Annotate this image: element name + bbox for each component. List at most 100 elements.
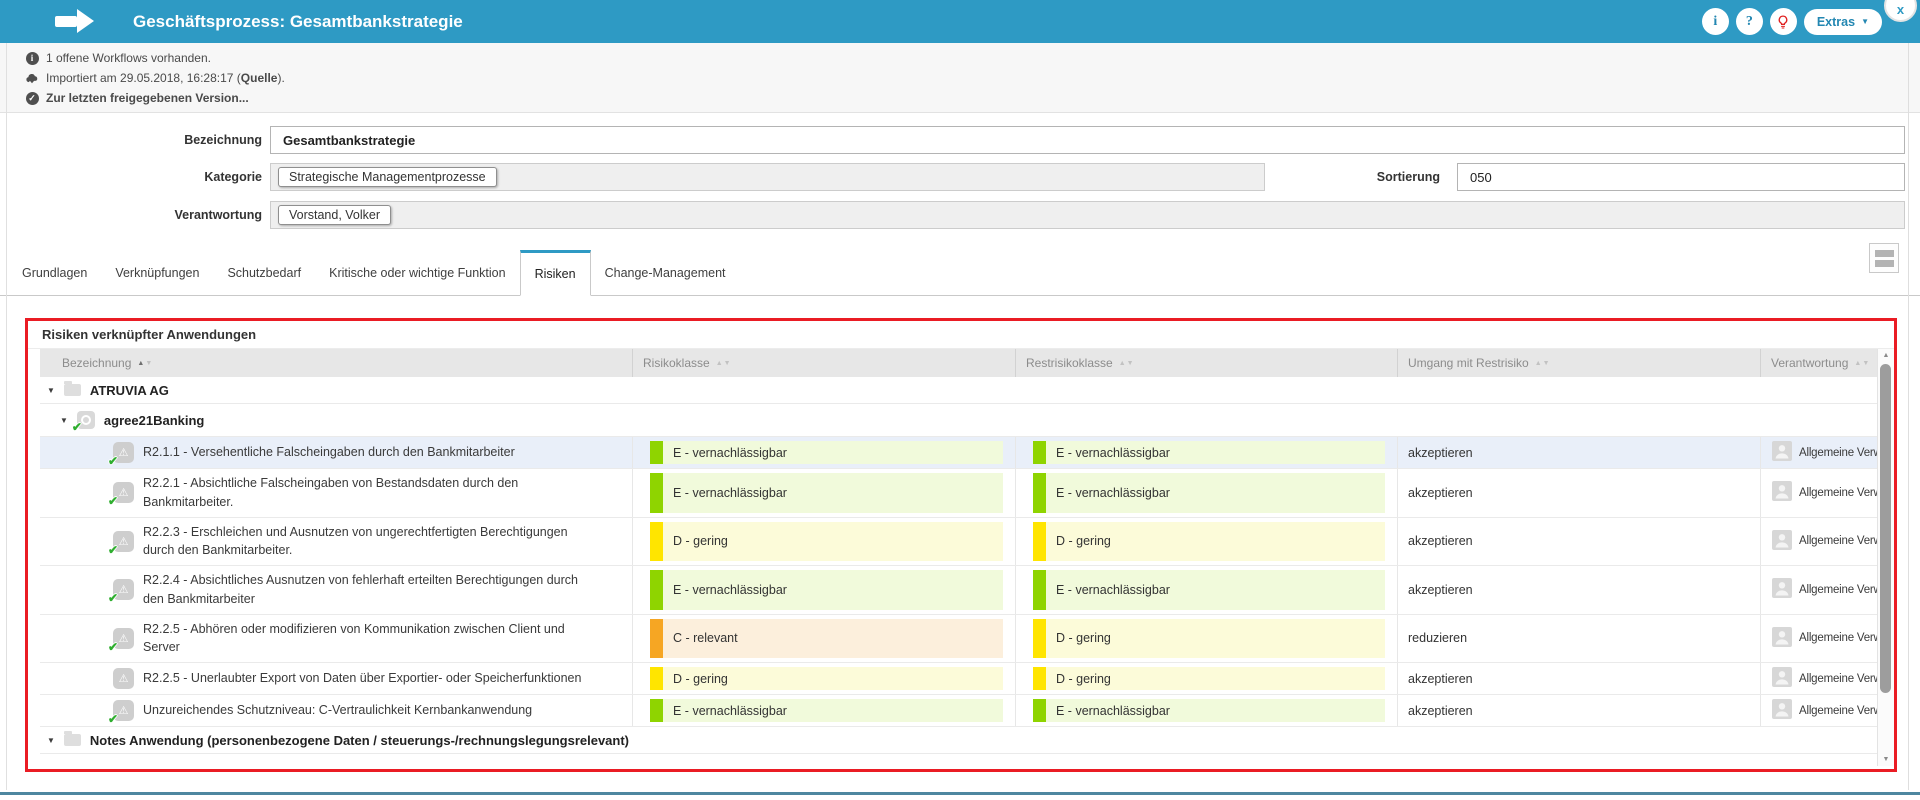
check-badge-icon: ✔ <box>72 420 82 434</box>
risk-icon: ⚠✔ <box>113 531 134 552</box>
cloud-download-icon <box>25 71 39 85</box>
tab-schutzbedarf[interactable]: Schutzbedarf <box>213 250 315 295</box>
risk-row[interactable]: ⚠✔R2.2.3 - Erschleichen und Ausnutzen vo… <box>40 518 1877 567</box>
lightbulb-button[interactable] <box>1770 8 1797 35</box>
risk-row[interactable]: ⚠✔R2.2.5 - Abhören oder modifizieren von… <box>40 615 1877 664</box>
sort-icon: ▲▼ <box>716 360 732 367</box>
sortierung-label: Sortierung <box>1240 163 1440 191</box>
close-icon: x <box>1897 2 1904 17</box>
check-badge-icon: ✔ <box>108 494 118 508</box>
expand-caret-icon[interactable]: ▼ <box>47 736 55 745</box>
column-header-bezeichnung[interactable]: Bezeichnung▲▼ <box>40 349 632 377</box>
tab-verkn-pfungen[interactable]: Verknüpfungen <box>101 250 213 295</box>
frame-left-border <box>6 43 7 790</box>
bezeichnung-input[interactable] <box>270 126 1905 154</box>
avatar-icon <box>1772 578 1792 601</box>
risk-icon: ⚠✔ <box>113 628 134 649</box>
notice-strip: i1 offene Workflows vorhanden. Importiert… <box>0 43 1920 113</box>
column-header-umgang-mit-restrisiko[interactable]: Umgang mit Restrisiko▲▼ <box>1397 349 1760 377</box>
risk-icon: ⚠✔ <box>113 579 134 600</box>
footer-line <box>0 792 1920 795</box>
check-badge-icon: ✔ <box>108 454 118 468</box>
tab-risiken[interactable]: Risiken <box>520 250 591 296</box>
info-button[interactable]: i <box>1702 8 1729 35</box>
notice-text: 1 offene Workflows vorhanden. <box>46 51 211 65</box>
verantwortung-value: Allgemeine Verwaltung <box>1799 673 1877 685</box>
verantwortung-label: Verantwortung <box>62 201 262 229</box>
risk-row[interactable]: ⚠R2.2.5 - Unerlaubter Export von Daten ü… <box>40 663 1877 695</box>
risk-row[interactable]: ⚠✔R2.2.1 - Absichtliche Falscheingaben v… <box>40 469 1877 518</box>
avatar-icon <box>1772 441 1792 464</box>
umgang-value: akzeptieren <box>1397 663 1760 694</box>
column-header-restrisikoklasse[interactable]: Restrisikoklasse▲▼ <box>1015 349 1397 377</box>
verantwortung-value: Allgemeine Verwaltung <box>1799 535 1877 547</box>
sortierung-input[interactable] <box>1457 163 1905 191</box>
verantwortung-value: Allgemeine Verwaltung <box>1799 705 1877 717</box>
table-header-row: Bezeichnung▲▼Risikoklasse▲▼Restrisikokla… <box>40 349 1877 377</box>
umgang-value: reduzieren <box>1397 615 1760 663</box>
check-badge-icon: ✔ <box>108 712 118 726</box>
column-header-verantwortung[interactable]: Verantwortung▲▼ <box>1760 349 1877 377</box>
notice-text[interactable]: Zur letzten freigegebenen Version... <box>46 91 249 105</box>
app-header: Geschäftsprozess: Gesamtbankstrategie i … <box>0 0 1920 43</box>
group-row-notes-anwendung-personenbezoge[interactable]: ▼Notes Anwendung (personenbezogene Daten… <box>40 727 1877 754</box>
sort-asc-icon: ▲▼ <box>137 360 153 367</box>
help-button[interactable]: ? <box>1736 8 1763 35</box>
expand-caret-icon[interactable]: ▼ <box>47 386 55 395</box>
umgang-value: akzeptieren <box>1397 695 1760 726</box>
panel-title: Risiken verknüpfter Anwendungen <box>28 321 1894 349</box>
risk-class-chip: D - gering <box>1033 522 1385 562</box>
help-icon: ? <box>1746 14 1753 30</box>
verantwortung-field: Vorstand, Volker <box>270 201 1905 229</box>
risk-row[interactable]: ⚠✔R2.2.4 - Absichtliches Ausnutzen von f… <box>40 566 1877 615</box>
scrollbar-thumb[interactable] <box>1880 364 1891 693</box>
risk-row[interactable]: ⚠✔Unzureichendes Schutzniveau: C-Vertrau… <box>40 695 1877 727</box>
risk-class-chip: E - vernachlässigbar <box>650 699 1003 722</box>
notice: ✓ Zur letzten freigegebenen Version... <box>25 88 1920 108</box>
extras-button[interactable]: Extras▼ <box>1804 9 1882 35</box>
vertical-scrollbar[interactable]: ▲ ▼ <box>1877 349 1894 766</box>
close-button[interactable]: x <box>1884 0 1917 22</box>
kategorie-tag[interactable]: Strategische Managementprozesse <box>278 167 497 187</box>
risk-class-chip: E - vernachlässigbar <box>650 441 1003 464</box>
notice-text: Importiert am 29.05.2018, 16:28:17 (Quel… <box>46 71 285 85</box>
check-badge-icon: ✔ <box>108 591 118 605</box>
scroll-up-icon[interactable]: ▲ <box>1878 352 1894 359</box>
tab-grundlagen[interactable]: Grundlagen <box>8 250 101 295</box>
check-circle-icon: ✓ <box>25 91 39 105</box>
risk-class-chip: D - gering <box>650 522 1003 562</box>
bezeichnung-label: Bezeichnung <box>62 126 262 154</box>
scroll-down-icon[interactable]: ▼ <box>1878 756 1894 763</box>
risk-class-chip: E - vernachlässigbar <box>1033 570 1385 610</box>
check-badge-icon: ✔ <box>108 543 118 557</box>
tab-kritische-oder-wichtige-funktion[interactable]: Kritische oder wichtige Funktion <box>315 250 519 295</box>
tab-change-management[interactable]: Change-Management <box>591 250 740 295</box>
risk-class-chip: D - gering <box>1033 667 1385 690</box>
risk-icon: ⚠✔ <box>113 442 134 463</box>
risk-class-chip: E - vernachlässigbar <box>650 473 1003 513</box>
verantwortung-value: Allgemeine Verwaltung <box>1799 487 1877 499</box>
table-view-icon[interactable] <box>1869 243 1899 273</box>
risk-icon: ⚠✔ <box>113 700 134 721</box>
umgang-value: akzeptieren <box>1397 469 1760 517</box>
verantwortung-tag[interactable]: Vorstand, Volker <box>278 205 391 225</box>
verantwortung-value: Allgemeine Verwaltung <box>1799 632 1877 644</box>
tab-bar: GrundlagenVerknüpfungenSchutzbedarfKriti… <box>0 250 1920 296</box>
group-row-atruvia-ag[interactable]: ▼ATRUVIA AG <box>40 377 1877 404</box>
avatar-icon <box>1772 627 1792 650</box>
risk-panel: Risiken verknüpfter Anwendungen Bezeichn… <box>25 318 1897 772</box>
column-header-risikoklasse[interactable]: Risikoklasse▲▼ <box>632 349 1015 377</box>
risk-table: Bezeichnung▲▼Risikoklasse▲▼Restrisikokla… <box>40 349 1877 754</box>
avatar-icon <box>1772 699 1792 722</box>
risk-class-chip: D - gering <box>1033 619 1385 659</box>
expand-caret-icon[interactable]: ▼ <box>60 416 68 425</box>
group-row-agree21banking[interactable]: ▼✔agree21Banking <box>40 404 1877 437</box>
notice-link[interactable]: Quelle <box>241 71 278 85</box>
risk-row[interactable]: ⚠✔R2.1.1 - Versehentliche Falscheingaben… <box>40 437 1877 469</box>
notice: i1 offene Workflows vorhanden. <box>25 48 1920 68</box>
arrow-right-icon <box>55 9 101 34</box>
risk-icon: ⚠ <box>113 668 134 689</box>
risk-class-chip: D - gering <box>650 667 1003 690</box>
notice: Importiert am 29.05.2018, 16:28:17 (Quel… <box>25 68 1920 88</box>
umgang-value: akzeptieren <box>1397 437 1760 468</box>
